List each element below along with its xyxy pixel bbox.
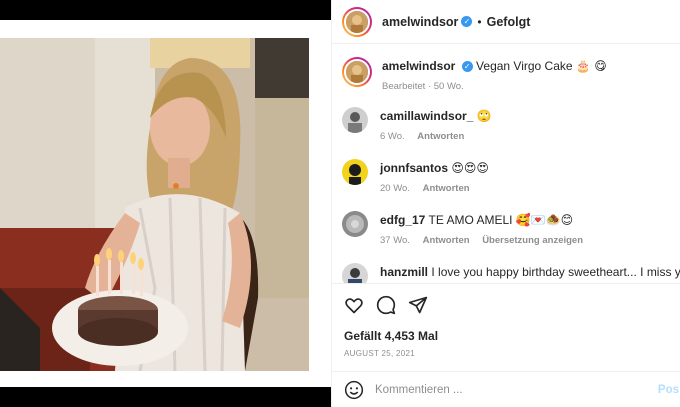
comment-input[interactable]: Kommentieren ... [375, 384, 463, 396]
edited-age: 50 Wo. [433, 81, 464, 92]
verified-badge-icon: ✓ [461, 61, 473, 73]
caption-row: amelwindsor ✓ Vegan Virgo Cake 🎂 😋 Bearb… [342, 57, 677, 92]
comment-item: camillawindsor_ 🙄 6 Wo. Antworten [342, 107, 675, 142]
commenter-avatar[interactable] [342, 159, 368, 185]
comment-text: TE AMO AMELI 🥰💌🧆😊 [428, 213, 574, 227]
share-icon[interactable] [408, 295, 428, 315]
commenter-avatar[interactable] [342, 107, 368, 133]
post-header: amelwindsor ✓ • Gefolgt [332, 0, 680, 44]
comment-age: 20 Wo. [380, 183, 410, 194]
post-photo[interactable] [0, 38, 309, 371]
edited-label: Bearbeitet [382, 81, 426, 92]
post-side-panel: amelwindsor ✓ • Gefolgt amelwindsor ✓ Ve… [331, 0, 680, 407]
post-photo-pane [0, 0, 331, 407]
reply-button[interactable]: Antworten [423, 235, 470, 246]
reply-button[interactable]: Antworten [423, 183, 470, 194]
comment-list[interactable]: amelwindsor ✓ Vegan Virgo Cake 🎂 😋 Bearb… [332, 45, 680, 283]
commenter-username[interactable]: camillawindsor_ [380, 109, 473, 123]
commenter-username[interactable]: jonnfsantos [380, 161, 448, 175]
author-avatar[interactable] [342, 57, 372, 87]
reply-button[interactable]: Antworten [417, 131, 464, 142]
like-count[interactable]: Gefällt 4,453 Mal [344, 329, 438, 343]
author-username[interactable]: amelwindsor [382, 15, 458, 29]
caption-text: Vegan Virgo Cake 🎂 [476, 59, 591, 73]
author-avatar[interactable] [342, 6, 372, 37]
comment-icon[interactable] [376, 295, 396, 315]
comment-item: jonnfsantos 😍😍😍 20 Wo. Antworten [342, 159, 675, 194]
comment-item: hanzmill I love you happy birthday sweet… [342, 263, 680, 283]
verified-badge-icon: ✓ [461, 16, 473, 27]
photo-bottom-bar [0, 387, 331, 407]
post-date: AUGUST 25, 2021 [344, 349, 416, 358]
caption-username[interactable]: amelwindsor [382, 59, 455, 73]
comment-item: edfg_17 TE AMO AMELI 🥰💌🧆😊 37 Wo. Antwort… [342, 211, 675, 246]
commenter-avatar[interactable] [342, 263, 368, 283]
comment-age: 6 Wo. [380, 131, 405, 142]
post-comment-button[interactable]: Pos [658, 384, 679, 396]
comment-composer: Kommentieren ... Pos [332, 371, 680, 407]
commenter-username[interactable]: edfg_17 [380, 213, 425, 227]
translate-button[interactable]: Übersetzung anzeigen [482, 235, 583, 246]
commenter-username[interactable]: hanzmill [380, 265, 428, 279]
caption-emoji: 😋 [594, 59, 607, 73]
separator-dot: • [477, 14, 482, 29]
commenter-avatar[interactable] [342, 211, 368, 237]
caption-meta: Bearbeitet · 50 Wo. [382, 81, 464, 92]
comment-text: 😍😍😍 [451, 161, 489, 175]
emoji-icon[interactable] [344, 380, 364, 400]
comment-text: 🙄 [476, 109, 492, 123]
heart-icon[interactable] [344, 295, 364, 315]
comment-text: I love you happy birthday sweetheart... … [431, 265, 680, 279]
photo-top-bar [0, 0, 331, 20]
follow-button[interactable]: Gefolgt [487, 15, 531, 29]
comment-age: 37 Wo. [380, 235, 410, 246]
